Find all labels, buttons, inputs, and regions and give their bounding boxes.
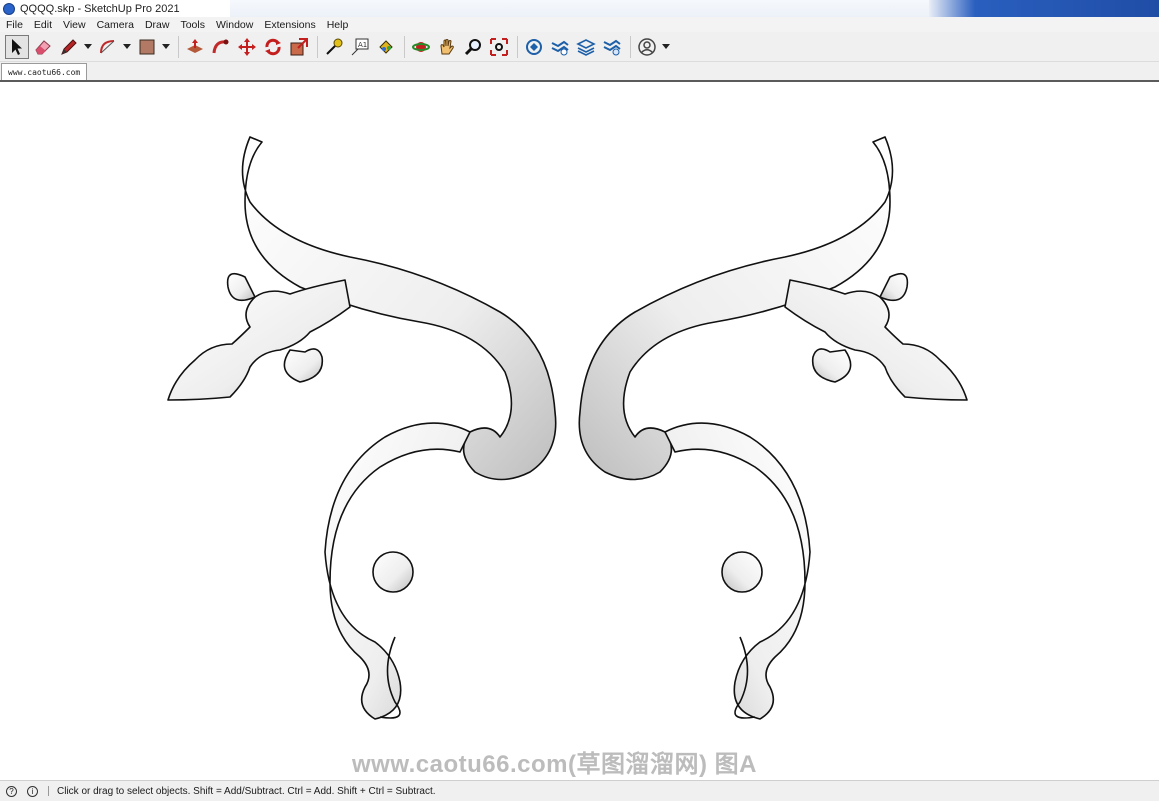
move-tool-button[interactable] xyxy=(235,35,259,59)
ornament-model[interactable] xyxy=(0,82,1159,780)
status-bar: ? i Click or drag to select objects. Shi… xyxy=(0,780,1159,801)
menu-help[interactable]: Help xyxy=(321,19,354,31)
ornament-left[interactable] xyxy=(167,136,557,720)
info-icon[interactable]: i xyxy=(27,785,38,797)
layout-icon xyxy=(576,38,596,56)
toolbar-separator xyxy=(517,35,518,58)
watermark-text: www.caotu66.com(草图溜溜网) 图A xyxy=(352,751,757,778)
eraser-icon xyxy=(35,39,51,54)
account-icon xyxy=(638,37,656,56)
chevron-down-icon xyxy=(162,43,170,49)
zoom-icon xyxy=(464,38,481,55)
orbit-tool-button[interactable] xyxy=(409,35,433,59)
layout-button[interactable] xyxy=(574,35,598,59)
follow-me-icon xyxy=(212,39,229,53)
tape-measure-icon xyxy=(326,38,343,55)
pencil-icon xyxy=(61,38,77,55)
scene-tab-bar: www.caotu66.com xyxy=(0,62,1159,81)
scale-tool-button[interactable] xyxy=(287,35,311,59)
extension-warehouse-icon xyxy=(551,40,569,55)
toolbar-separator xyxy=(404,35,405,58)
geolocation-icon[interactable]: ? xyxy=(6,785,17,797)
menu-window[interactable]: Window xyxy=(210,19,258,31)
push-pull-icon xyxy=(187,38,203,53)
toolbar-separator xyxy=(317,35,318,58)
pencil-tool-button[interactable] xyxy=(57,35,81,59)
pan-icon xyxy=(440,38,454,54)
push-pull-tool-button[interactable] xyxy=(183,35,207,59)
rotate-tool-button[interactable] xyxy=(261,35,285,59)
text-tool-button[interactable]: A1 xyxy=(348,35,372,59)
zoom-extents-icon xyxy=(490,37,508,56)
menu-camera[interactable]: Camera xyxy=(91,19,139,31)
menu-edit[interactable]: Edit xyxy=(28,19,57,31)
shapes-dropdown[interactable] xyxy=(161,35,171,59)
rectangle-icon xyxy=(139,39,155,54)
zoom-tool-button[interactable] xyxy=(461,35,485,59)
arc-tool-button[interactable] xyxy=(96,35,120,59)
arc-icon xyxy=(100,39,115,53)
toolbar-separator xyxy=(630,35,631,58)
eraser-tool-button[interactable] xyxy=(31,35,55,59)
account-button[interactable] xyxy=(635,35,659,59)
arc-dropdown[interactable] xyxy=(122,35,132,59)
model-viewport[interactable]: www.caotu66.com(草图溜溜网) 图A xyxy=(0,80,1159,780)
extension-warehouse-button[interactable] xyxy=(548,35,572,59)
follow-me-tool-button[interactable] xyxy=(209,35,233,59)
menu-tools[interactable]: Tools xyxy=(174,19,210,31)
menu-view[interactable]: View xyxy=(57,19,91,31)
warehouse-icon xyxy=(526,38,542,55)
pencil-dropdown[interactable] xyxy=(83,35,93,59)
zoom-extents-tool-button[interactable] xyxy=(487,35,511,59)
orbit-icon xyxy=(412,41,430,52)
extension-manager-icon xyxy=(603,39,621,55)
shapes-tool-button[interactable] xyxy=(135,35,159,59)
background-window-strip xyxy=(230,0,990,17)
main-toolbar: A1 xyxy=(0,32,1159,62)
rotate-icon xyxy=(265,38,281,55)
extension-manager-button[interactable] xyxy=(600,35,624,59)
window-controls-area[interactable] xyxy=(929,0,1159,17)
account-dropdown[interactable] xyxy=(661,35,671,59)
paint-bucket-icon xyxy=(379,39,393,54)
scale-icon xyxy=(290,37,308,55)
title-bar: QQQQ.skp - SketchUp Pro 2021 xyxy=(0,0,1159,18)
menu-extensions[interactable]: Extensions xyxy=(258,19,320,31)
menu-bar: File Edit View Camera Draw Tools Window … xyxy=(0,17,1159,32)
scene-tab[interactable]: www.caotu66.com xyxy=(1,63,88,81)
menu-draw[interactable]: Draw xyxy=(139,19,175,31)
move-icon xyxy=(238,37,256,56)
ornament-right[interactable] xyxy=(578,136,968,720)
text-icon: A1 xyxy=(351,38,369,55)
toolbar-separator xyxy=(178,35,179,58)
pan-tool-button[interactable] xyxy=(435,35,459,59)
tape-measure-tool-button[interactable] xyxy=(322,35,346,59)
sketchup-app-icon xyxy=(3,2,15,15)
window-title: QQQQ.skp - SketchUp Pro 2021 xyxy=(20,2,180,15)
select-icon xyxy=(12,38,22,55)
3d-warehouse-button[interactable] xyxy=(522,35,546,59)
chevron-down-icon xyxy=(84,43,92,49)
menu-file[interactable]: File xyxy=(0,19,28,31)
chevron-down-icon xyxy=(662,43,670,49)
status-separator xyxy=(48,786,49,796)
select-tool-button[interactable] xyxy=(5,34,29,59)
svg-text:A1: A1 xyxy=(358,41,367,49)
status-text: Click or drag to select objects. Shift =… xyxy=(57,785,436,797)
chevron-down-icon xyxy=(123,43,131,49)
paint-bucket-tool-button[interactable] xyxy=(374,35,398,59)
